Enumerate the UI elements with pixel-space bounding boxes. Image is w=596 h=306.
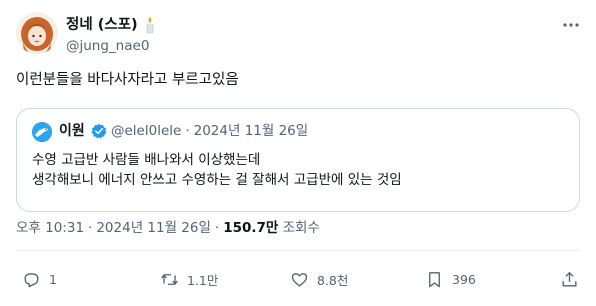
quote-author-handle: @elel0lele [111,123,182,139]
bookmark-icon [429,271,440,287]
retweet-icon [161,273,178,285]
reply-button[interactable]: 1 [22,268,57,290]
share-button[interactable] [560,268,579,290]
quote-date: 2024년 11월 26일 [193,123,309,139]
share-icon [562,271,577,287]
reply-count: 1 [49,271,57,287]
verified-badge-icon [91,123,107,139]
more-options-icon[interactable] [560,14,582,36]
author-display-name[interactable]: 정네 (스포) [66,16,138,34]
quote-text-line: 생각해보니 에너지 안쓰고 수영하는 걸 잘해서 고급반에 있는 것임 [32,172,402,188]
quote-text: 수영 고급반 사람들 배나와서 이상했는데 생각해보니 에너지 안쓰고 수영하는… [32,150,402,190]
quoted-tweet[interactable]: 이원 @elel0lele · 2024년 11월 26일 수영 고급반 사람들 배… [16,108,580,212]
heart-icon [291,272,308,287]
views-label: 조회수 [282,220,320,236]
tweet-text: 이런분들을 바다사자라고 부르고있음 [16,72,239,88]
divider [16,250,580,251]
bookmark-button[interactable]: 396 [425,268,476,290]
tweet-time[interactable]: 오후 10:31 [16,220,84,236]
candle-icon [146,17,154,34]
author-avatar[interactable] [16,12,58,54]
tweet: 정네 (스포) @jung_nae0 이런분들을 바다사자라고 부르고있음 이원… [0,0,596,306]
author-handle[interactable]: @jung_nae0 [66,37,149,55]
quote-text-line: 수영 고급반 사람들 배나와서 이상했는데 [32,152,261,168]
tweet-date[interactable]: 2024년 11월 26일 [96,220,211,236]
like-button[interactable]: 8.8천 [290,268,348,290]
quote-author-name: 이원 [59,123,85,139]
retweet-button[interactable]: 1.1만 [160,268,218,290]
sea-lion-illustration [32,122,52,142]
retweet-count: 1.1만 [187,272,219,288]
bookmark-count: 396 [452,271,476,287]
like-count: 8.8천 [317,272,349,288]
avatar-illustration [16,12,58,54]
quote-author-avatar [32,122,52,142]
reply-icon [24,272,39,287]
tweet-timestamp: 오후 10:31 · 2024년 11월 26일 · 150.7만 조회수 [16,220,320,236]
quote-meta: @elel0lele · 2024년 11월 26일 [111,123,309,139]
views-count: 150.7만 [223,220,279,236]
